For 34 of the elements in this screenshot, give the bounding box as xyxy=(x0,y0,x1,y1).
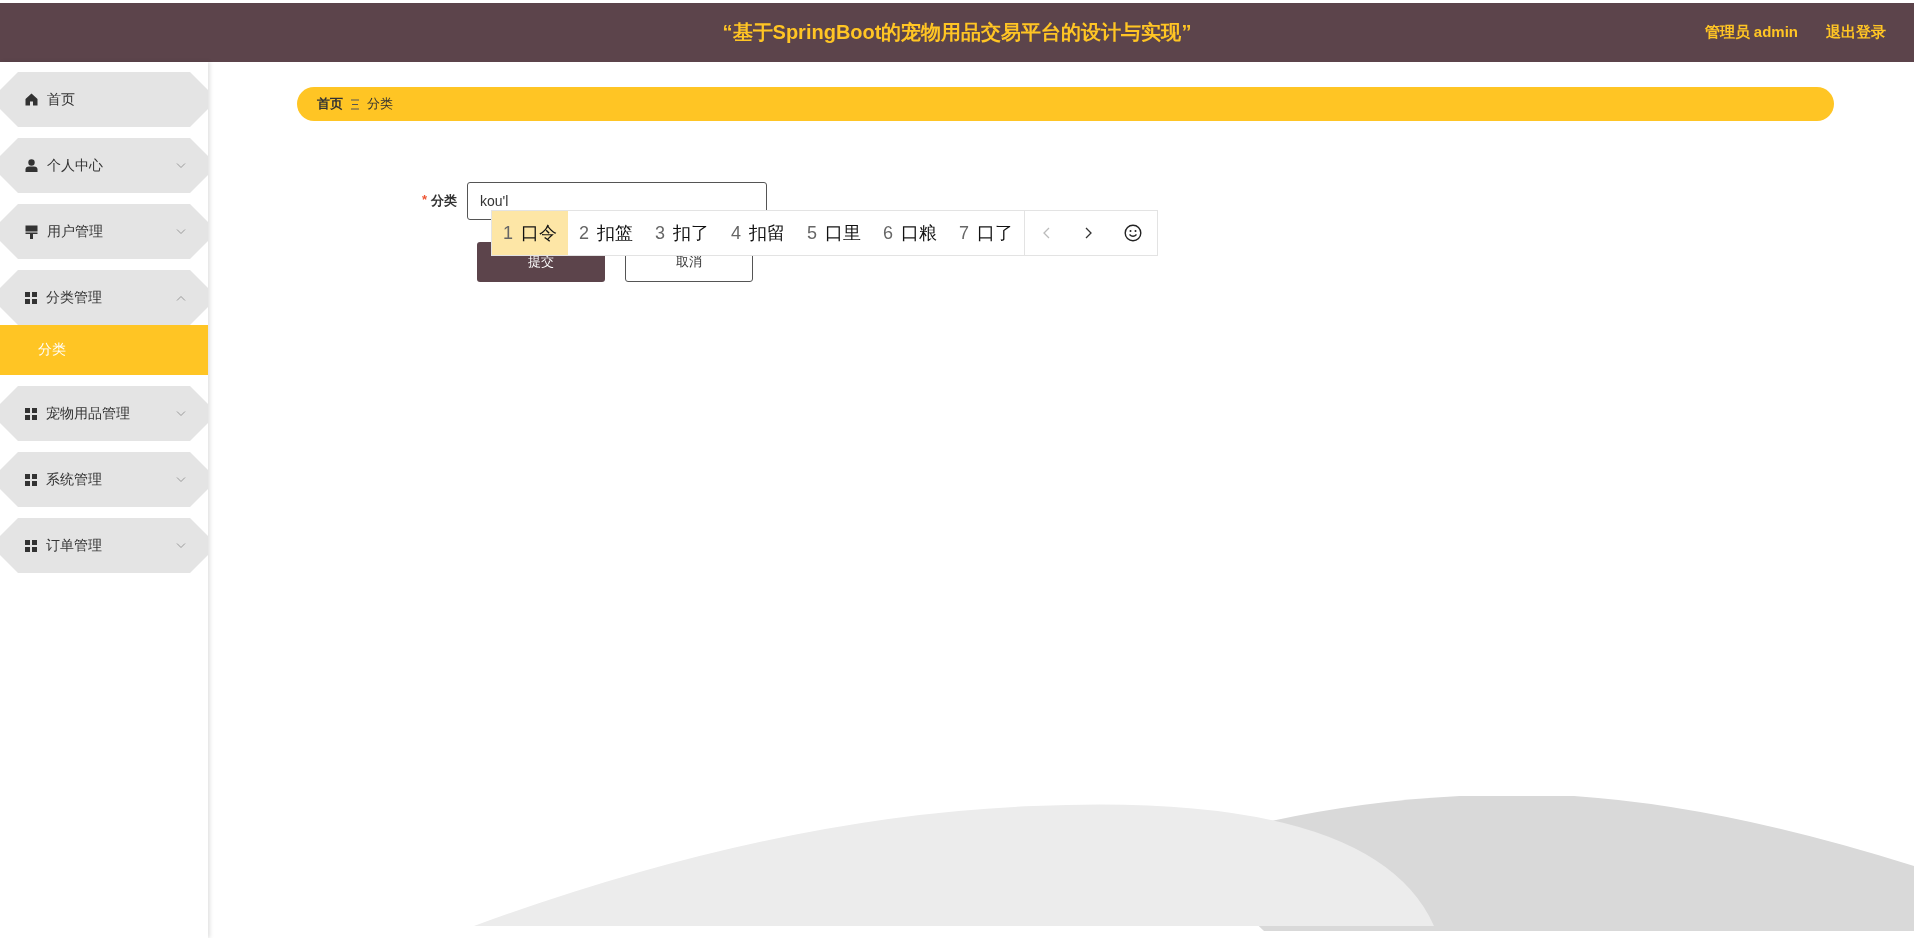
ime-candidate[interactable]: 5 口里 xyxy=(796,211,873,255)
sidebar-item[interactable]: 宠物用品管理 xyxy=(0,386,208,441)
chevron-up-icon xyxy=(176,294,186,301)
ime-candidate[interactable]: 7 口了 xyxy=(948,211,1025,255)
required-mark: * xyxy=(421,192,427,209)
breadcrumb-link[interactable]: 分类 xyxy=(367,95,393,113)
user-label: 管理员 admin xyxy=(1704,23,1798,42)
chevron-down-icon xyxy=(176,476,186,483)
sidebar-item[interactable]: 订单管理 xyxy=(0,518,208,573)
user-icon xyxy=(25,159,38,172)
grid-icon xyxy=(25,291,37,304)
separator-icon xyxy=(351,98,359,110)
chevron-down-icon xyxy=(176,228,186,235)
sidebar-item[interactable]: 用户管理 xyxy=(0,204,208,259)
sidebar-item[interactable]: 分类管理 xyxy=(0,270,208,325)
chevron-down-icon xyxy=(176,162,186,169)
sidebar-item[interactable]: 首页 xyxy=(0,72,208,127)
logout-link[interactable]: 退出登录 xyxy=(1826,23,1886,42)
field-label: 分类 xyxy=(431,192,457,210)
ime-candidate[interactable]: 1 口令 xyxy=(492,211,568,255)
breadcrumb-link[interactable]: 首页 xyxy=(317,95,343,113)
chevron-right-icon[interactable] xyxy=(1084,227,1092,239)
app-title: “基于SpringBoot的宠物用品交易平台的设计与实现” xyxy=(722,20,1192,45)
grid-icon xyxy=(25,407,37,420)
brush-icon xyxy=(25,224,38,239)
grid-icon xyxy=(25,473,37,486)
sidebar-item[interactable]: 个人中心 xyxy=(0,138,208,193)
chevron-down-icon xyxy=(176,542,186,549)
smiley-icon[interactable] xyxy=(1124,224,1143,242)
grid-icon xyxy=(25,539,37,552)
ime-candidate[interactable]: 6 口粮 xyxy=(872,211,949,255)
chevron-down-icon xyxy=(176,410,186,417)
home-icon xyxy=(25,93,38,106)
sidebar-item[interactable]: 系统管理 xyxy=(0,452,208,507)
